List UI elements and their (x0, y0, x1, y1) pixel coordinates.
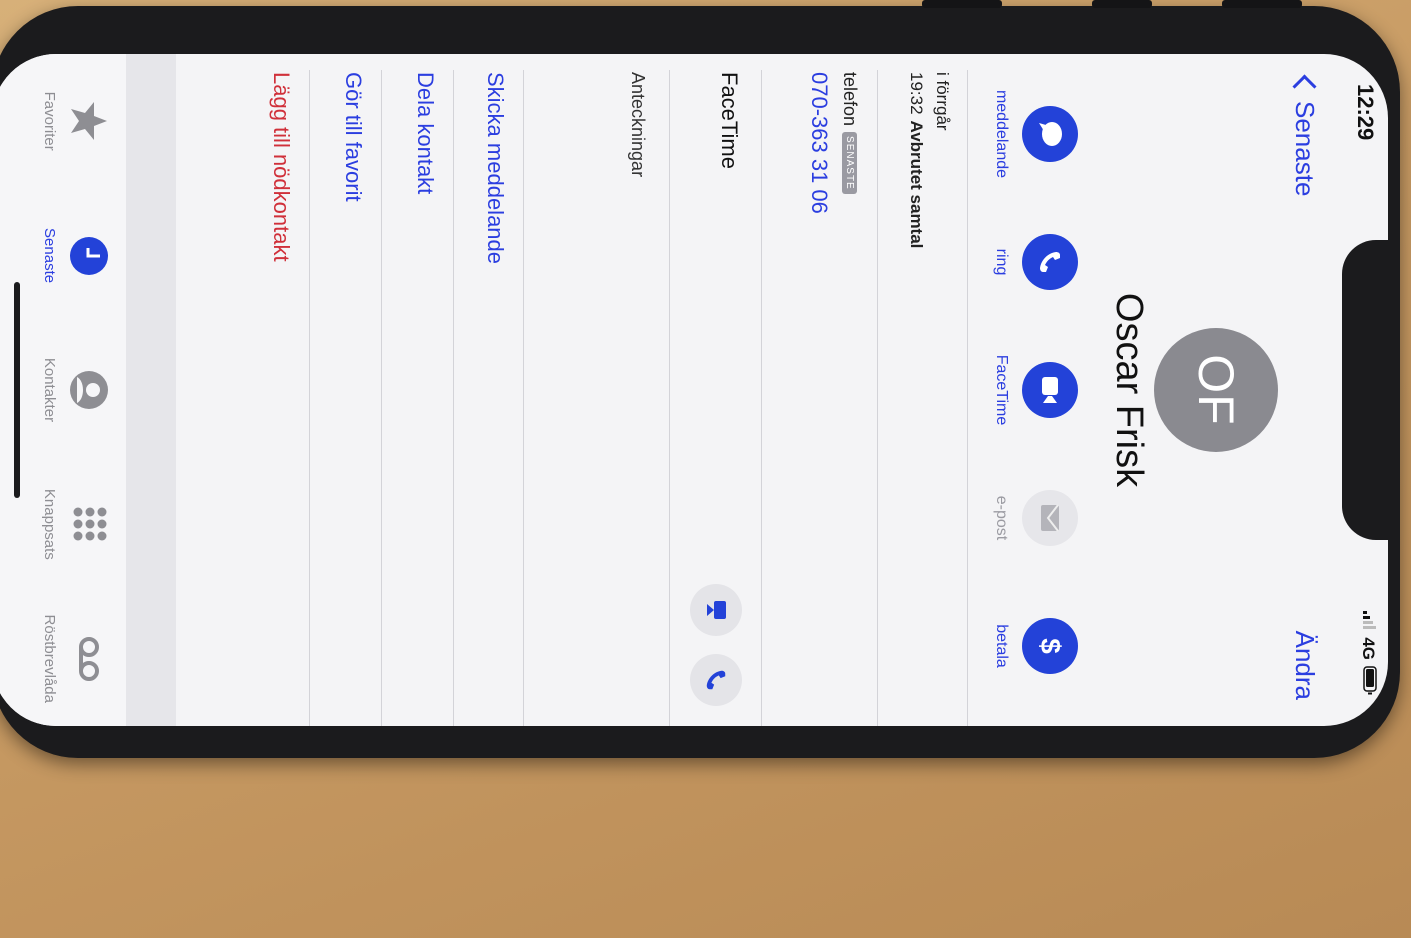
tab-label: Kontakter (41, 357, 58, 423)
recent-time: 19:32 (907, 72, 926, 115)
tab-voicemail[interactable]: Röstbrevlåda (41, 604, 112, 714)
divider (669, 70, 670, 726)
chevron-left-icon (1292, 74, 1317, 99)
recent-description: Avbrutet samtal (907, 120, 926, 249)
notes-label[interactable]: Anteckningar (627, 72, 648, 177)
pay-action[interactable]: $ betala (992, 598, 1078, 694)
recent-day: i förrgår (933, 72, 952, 131)
home-indicator[interactable] (14, 282, 20, 498)
phone-label: telefon (840, 72, 860, 127)
tab-recents[interactable]: Senaste (41, 201, 112, 311)
send-message-link[interactable]: Skicka meddelande (482, 72, 508, 264)
call-action[interactable]: ring (992, 214, 1078, 310)
divider (761, 70, 762, 726)
status-indicators: 4G (1358, 611, 1378, 696)
dollar-icon: $ (1022, 618, 1078, 674)
star-icon (66, 98, 112, 144)
add-emergency-contact-link[interactable]: Lägg till nödkontakt (268, 72, 294, 262)
video-icon (1022, 362, 1078, 418)
keypad-icon (66, 501, 112, 547)
call-label: ring (993, 248, 1010, 276)
email-label: e-post (993, 495, 1010, 541)
tab-keypad[interactable]: Knappsats (41, 469, 112, 579)
contact-detail-view: 12:29 4G Senaste Ändra OF Oscar Frisk me… (0, 54, 1388, 726)
phone-label-row: telefon SENASTE (839, 72, 860, 194)
share-contact-link[interactable]: Dela kontakt (412, 72, 438, 194)
contact-name: Oscar Frisk (1108, 292, 1150, 488)
signal-icon (1358, 611, 1378, 631)
facetime-label: FaceTime (993, 354, 1010, 426)
phone-number[interactable]: 070-363 31 06 (806, 72, 832, 214)
tab-label: Favoriter (41, 91, 58, 151)
status-time: 12:29 (1353, 84, 1378, 141)
recent-badge: SENASTE (842, 132, 857, 194)
email-action[interactable]: e-post (992, 470, 1078, 566)
tab-label: Senaste (41, 228, 58, 284)
video-icon (707, 601, 726, 619)
quick-actions: meddelande ring FaceTime e-post $ betala (992, 54, 1078, 726)
battery-icon (1358, 666, 1378, 696)
divider (309, 70, 310, 726)
side-button (1092, 0, 1152, 8)
notch (1342, 240, 1388, 540)
recent-call-row: 19:32 Avbrutet samtal (906, 72, 926, 248)
add-favorite-link[interactable]: Gör till favorit (340, 72, 366, 202)
edit-button[interactable]: Ändra (1289, 631, 1320, 700)
divider (967, 70, 968, 726)
facetime-video-button[interactable] (690, 584, 742, 636)
back-label: Senaste (1290, 101, 1320, 197)
facetime-row-label: FaceTime (717, 72, 742, 169)
person-icon (66, 367, 112, 413)
tab-contacts[interactable]: Kontakter (41, 335, 112, 445)
network-label: 4G (1359, 637, 1378, 660)
phone-icon (706, 670, 726, 690)
back-button[interactable]: Senaste (1289, 72, 1320, 196)
volume-button (1222, 0, 1302, 8)
divider (877, 70, 878, 726)
message-action[interactable]: meddelande (992, 86, 1078, 182)
voicemail-icon (66, 636, 112, 682)
phone-device: 12:29 4G Senaste Ändra OF Oscar Frisk me… (0, 0, 1400, 758)
section-footer (122, 54, 176, 726)
divider (381, 70, 382, 726)
power-button (922, 0, 1002, 8)
clock-icon (66, 233, 112, 279)
message-label: meddelande (993, 89, 1010, 179)
tab-favorites[interactable]: Favoriter (41, 66, 112, 176)
facetime-audio-button[interactable] (690, 654, 742, 706)
mail-icon (1022, 490, 1078, 546)
phone-screen: 12:29 4G Senaste Ändra OF Oscar Frisk me… (0, 54, 1388, 726)
facetime-action[interactable]: FaceTime (992, 342, 1078, 438)
pay-label: betala (993, 624, 1010, 668)
divider (523, 70, 524, 726)
phone-icon (1022, 234, 1078, 290)
message-icon (1022, 106, 1078, 162)
tab-label: Röstbrevlåda (41, 614, 58, 703)
tab-label: Knappsats (41, 488, 58, 560)
divider (453, 70, 454, 726)
avatar: OF (1154, 328, 1278, 452)
